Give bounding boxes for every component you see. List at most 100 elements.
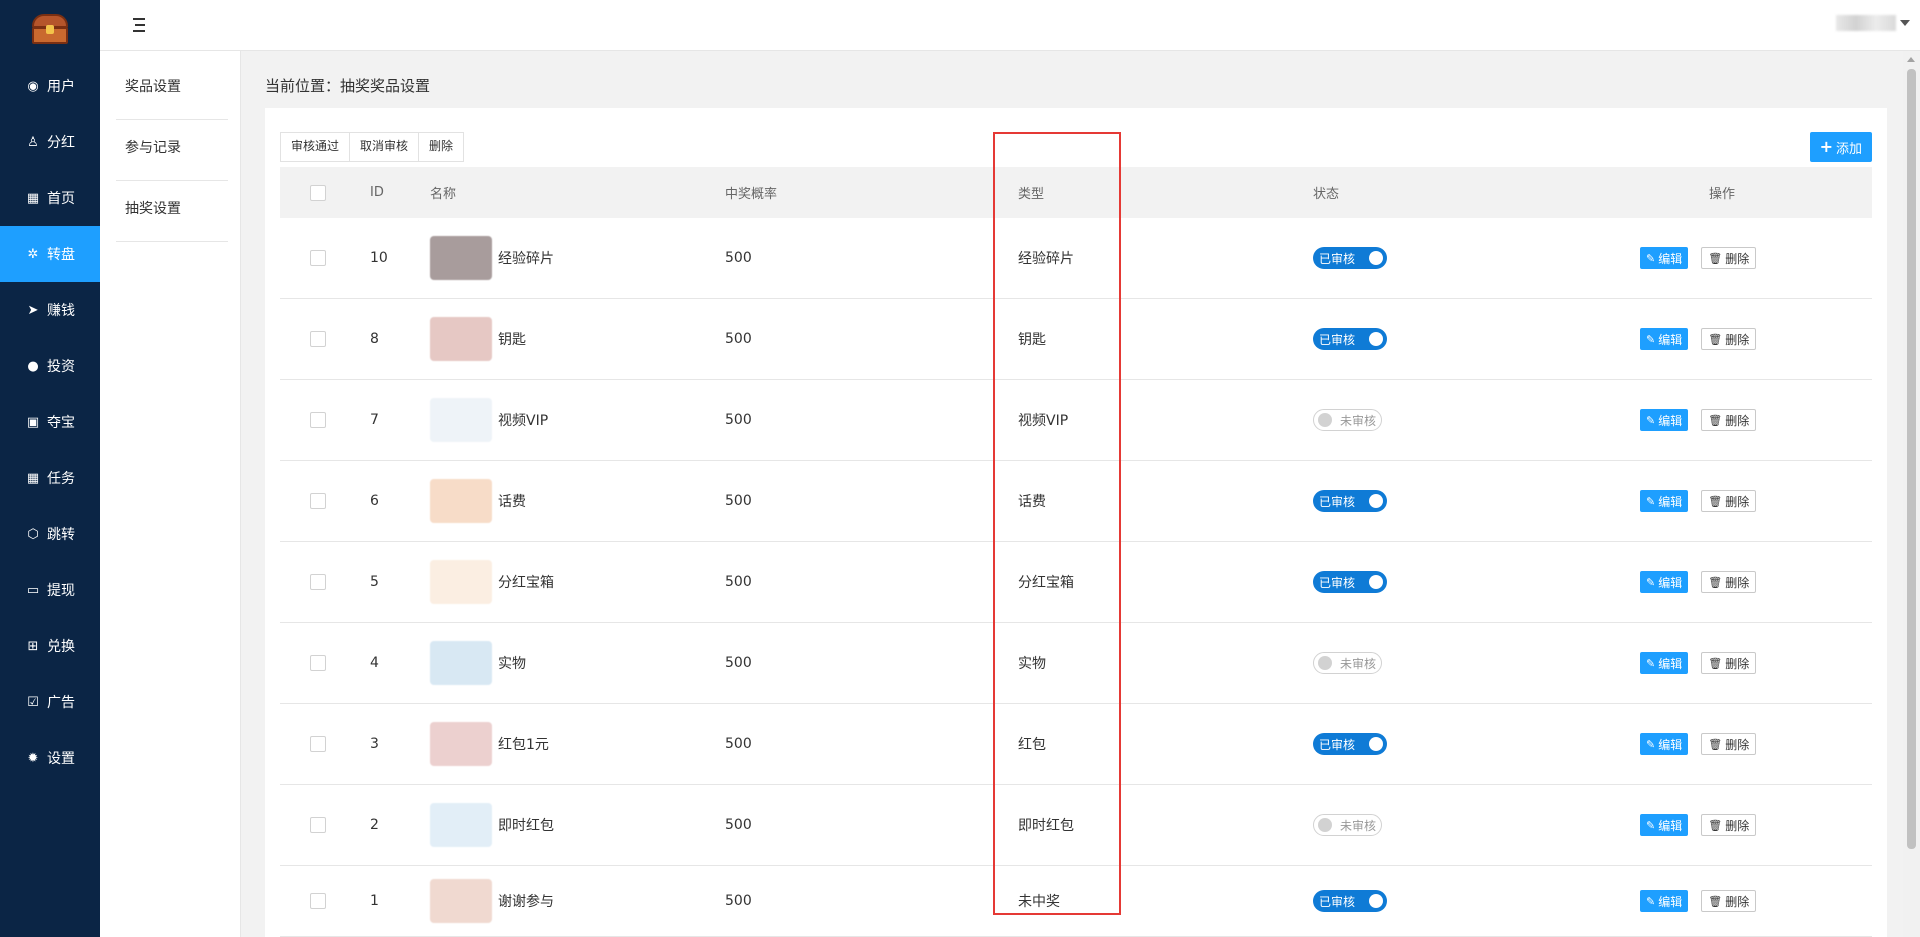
status-toggle[interactable]: 未审核	[1313, 409, 1382, 431]
row-checkbox[interactable]	[310, 893, 326, 909]
status-toggle[interactable]: 未审核	[1313, 814, 1382, 836]
gift-box-icon: ⊞	[27, 638, 39, 654]
row-checkbox[interactable]	[310, 331, 326, 347]
scroll-up-icon[interactable]	[1907, 57, 1915, 62]
row-checkbox[interactable]	[310, 655, 326, 671]
delete-button[interactable]: 🗑 删除	[1701, 733, 1757, 755]
sidebar-item-0[interactable]: ◉ 用户	[0, 58, 100, 114]
delete-button[interactable]: 🗑 删除	[1701, 409, 1757, 431]
edit-label: 编辑	[1658, 818, 1683, 833]
table-row: 4 实物 500 实物 未审核 ✎ 编辑 🗑 删除	[280, 623, 1872, 704]
menu-toggle-icon[interactable]	[130, 16, 148, 34]
delete-label: 删除	[1725, 251, 1750, 266]
pencil-icon: ✎	[1646, 332, 1656, 346]
status-toggle[interactable]: 已审核	[1313, 328, 1387, 350]
edit-button[interactable]: ✎ 编辑	[1640, 890, 1689, 912]
trash-icon: 🗑	[1708, 494, 1723, 508]
status-toggle[interactable]: 已审核	[1313, 890, 1387, 912]
submenu-item-lottery-settings[interactable]: 抽奖设置	[116, 181, 228, 242]
submenu-item-prize-settings[interactable]: 奖品设置	[116, 59, 228, 120]
user-menu[interactable]	[1836, 15, 1910, 31]
edit-label: 编辑	[1658, 494, 1683, 509]
row-checkbox[interactable]	[310, 817, 326, 833]
edit-button[interactable]: ✎ 编辑	[1640, 328, 1689, 350]
row-checkbox[interactable]	[310, 412, 326, 428]
toggle-knob	[1318, 818, 1332, 832]
header-type: 类型	[1018, 187, 1045, 202]
sidebar-item-label: 夺宝	[47, 415, 75, 431]
row-name: 视频VIP	[498, 413, 549, 429]
sidebar-item-label: 赚钱	[47, 303, 75, 319]
sidebar-item-8[interactable]: ⬡ 跳转	[0, 506, 100, 562]
sidebar-item-12[interactable]: ✹ 设置	[0, 730, 100, 786]
edit-button[interactable]: ✎ 编辑	[1640, 571, 1689, 593]
status-toggle[interactable]: 已审核	[1313, 733, 1387, 755]
sidebar-item-6[interactable]: ▣ 夺宝	[0, 394, 100, 450]
sidebar-item-2[interactable]: ▦ 首页	[0, 170, 100, 226]
row-checkbox[interactable]	[310, 736, 326, 752]
submenu-item-participation-records[interactable]: 参与记录	[116, 120, 228, 181]
edit-button[interactable]: ✎ 编辑	[1640, 733, 1689, 755]
row-rate: 500	[725, 736, 752, 752]
status-toggle[interactable]: 未审核	[1313, 652, 1382, 674]
toggle-knob	[1369, 494, 1383, 508]
delete-button[interactable]: 🗑 删除	[1701, 490, 1757, 512]
row-rate: 500	[725, 655, 752, 671]
row-name: 分红宝箱	[498, 575, 554, 591]
table-row: 8 钥匙 500 钥匙 已审核 ✎ 编辑 🗑 删除	[280, 299, 1872, 380]
edit-button[interactable]: ✎ 编辑	[1640, 247, 1689, 269]
header-status: 状态	[1313, 187, 1340, 202]
table-row: 7 视频VIP 500 视频VIP 未审核 ✎ 编辑 🗑 删除	[280, 380, 1872, 461]
sidebar-item-5[interactable]: ● 投资	[0, 338, 100, 394]
header-id: ID	[370, 185, 384, 200]
gift-icon: ▣	[26, 414, 40, 430]
sidebar-item-1[interactable]: ♙ 分红	[0, 114, 100, 170]
sidebar-item-7[interactable]: ▦ 任务	[0, 450, 100, 506]
trash-icon: 🗑	[1708, 818, 1723, 832]
sidebar-item-11[interactable]: ☑ 广告	[0, 674, 100, 730]
batch-delete-button[interactable]: 删除	[419, 133, 464, 161]
row-rate: 500	[725, 574, 752, 590]
sidebar-item-10[interactable]: ⊞ 兑换	[0, 618, 100, 674]
row-checkbox[interactable]	[310, 574, 326, 590]
approve-button[interactable]: 审核通过	[281, 133, 351, 161]
edit-button[interactable]: ✎ 编辑	[1640, 652, 1689, 674]
delete-button[interactable]: 🗑 删除	[1701, 814, 1757, 836]
trash-icon: 🗑	[1708, 251, 1723, 265]
status-toggle[interactable]: 已审核	[1313, 247, 1387, 269]
prize-thumbnail	[430, 236, 492, 280]
pencil-icon: ✎	[1646, 251, 1656, 265]
status-toggle[interactable]: 已审核	[1313, 571, 1387, 593]
delete-label: 删除	[1725, 575, 1750, 590]
sidebar-item-4[interactable]: ➤ 赚钱	[0, 282, 100, 338]
trash-icon: 🗑	[1708, 656, 1723, 670]
delete-button[interactable]: 🗑 删除	[1701, 890, 1757, 912]
row-checkbox[interactable]	[310, 250, 326, 266]
sidebar-item-3[interactable]: ✲ 转盘	[0, 226, 100, 282]
edit-button[interactable]: ✎ 编辑	[1640, 409, 1689, 431]
row-name-cell: 话费	[430, 461, 526, 541]
table-row: 10 经验碎片 500 经验碎片 已审核 ✎ 编辑 🗑 删除	[280, 218, 1872, 299]
breadcrumb: 当前位置：抽奖奖品设置	[265, 77, 431, 95]
sidebar-item-9[interactable]: ▭ 提现	[0, 562, 100, 618]
row-rate: 500	[725, 893, 752, 909]
delete-button[interactable]: 🗑 删除	[1701, 247, 1757, 269]
scroll-thumb[interactable]	[1907, 69, 1916, 849]
edit-button[interactable]: ✎ 编辑	[1640, 490, 1689, 512]
sidebar-item-label: 广告	[47, 695, 75, 711]
delete-button[interactable]: 🗑 删除	[1701, 328, 1757, 350]
status-label: 已审核	[1319, 737, 1356, 752]
edit-label: 编辑	[1658, 575, 1683, 590]
status-toggle[interactable]: 已审核	[1313, 490, 1387, 512]
row-checkbox[interactable]	[310, 493, 326, 509]
logo[interactable]	[0, 0, 100, 58]
delete-button[interactable]: 🗑 删除	[1701, 571, 1757, 593]
table-row: 3 红包1元 500 红包 已审核 ✎ 编辑 🗑 删除	[280, 704, 1872, 785]
prize-thumbnail	[430, 722, 492, 766]
delete-button[interactable]: 🗑 删除	[1701, 652, 1757, 674]
page-scrollbar[interactable]	[1903, 51, 1920, 937]
add-button[interactable]: + 添加	[1809, 132, 1872, 162]
edit-button[interactable]: ✎ 编辑	[1640, 814, 1689, 836]
select-all-checkbox[interactable]	[310, 184, 326, 201]
cancel-approve-button[interactable]: 取消审核	[350, 133, 420, 161]
